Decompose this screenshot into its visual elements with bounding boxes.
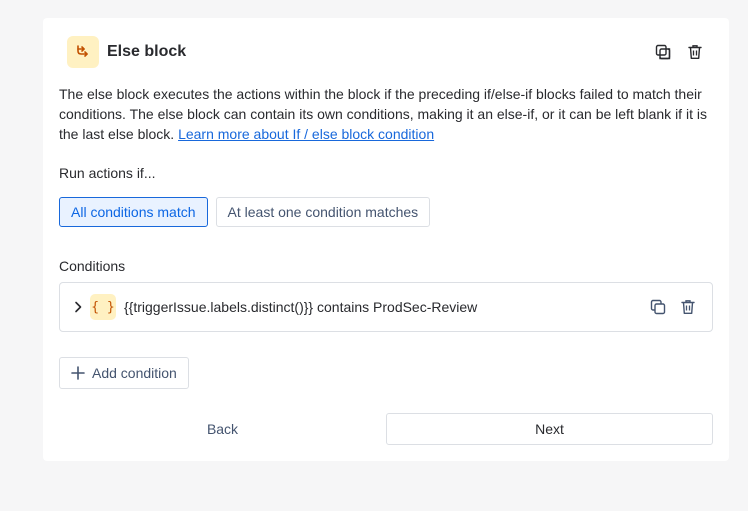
back-button[interactable]: Back (59, 413, 386, 445)
header-actions (653, 42, 705, 62)
block-header: Else block (67, 36, 705, 68)
chevron-right-icon[interactable] (70, 299, 86, 315)
trash-icon (681, 300, 695, 314)
copy-icon (655, 44, 671, 60)
copy-icon (650, 299, 666, 315)
all-conditions-match-option[interactable]: All conditions match (59, 197, 208, 227)
add-condition-label: Add condition (92, 365, 177, 381)
block-title: Else block (107, 43, 187, 60)
trash-icon (688, 45, 702, 59)
duplicate-block-button[interactable] (653, 42, 673, 62)
delete-block-button[interactable] (685, 42, 705, 62)
conditions-label: Conditions (59, 258, 126, 274)
add-condition-button[interactable]: Add condition (59, 357, 189, 389)
run-actions-label: Run actions if... (59, 165, 156, 181)
match-mode-toggle: All conditions match At least one condit… (59, 197, 431, 227)
condition-row[interactable]: { } {{triggerIssue.labels.distinct()}} c… (59, 282, 713, 332)
branch-icon (67, 36, 99, 68)
block-description: The else block executes the actions with… (59, 84, 719, 144)
learn-more-link[interactable]: Learn more about If / else block conditi… (178, 126, 434, 142)
else-block-panel: Else block The else block executes the a… (43, 18, 729, 461)
plus-icon (71, 366, 85, 380)
condition-actions (648, 297, 698, 317)
smart-value-icon: { } (90, 294, 116, 320)
delete-condition-button[interactable] (678, 297, 698, 317)
next-button[interactable]: Next (386, 413, 713, 445)
any-condition-matches-option[interactable]: At least one condition matches (215, 197, 431, 227)
condition-text: {{triggerIssue.labels.distinct()}} conta… (124, 299, 478, 315)
duplicate-condition-button[interactable] (648, 297, 668, 317)
